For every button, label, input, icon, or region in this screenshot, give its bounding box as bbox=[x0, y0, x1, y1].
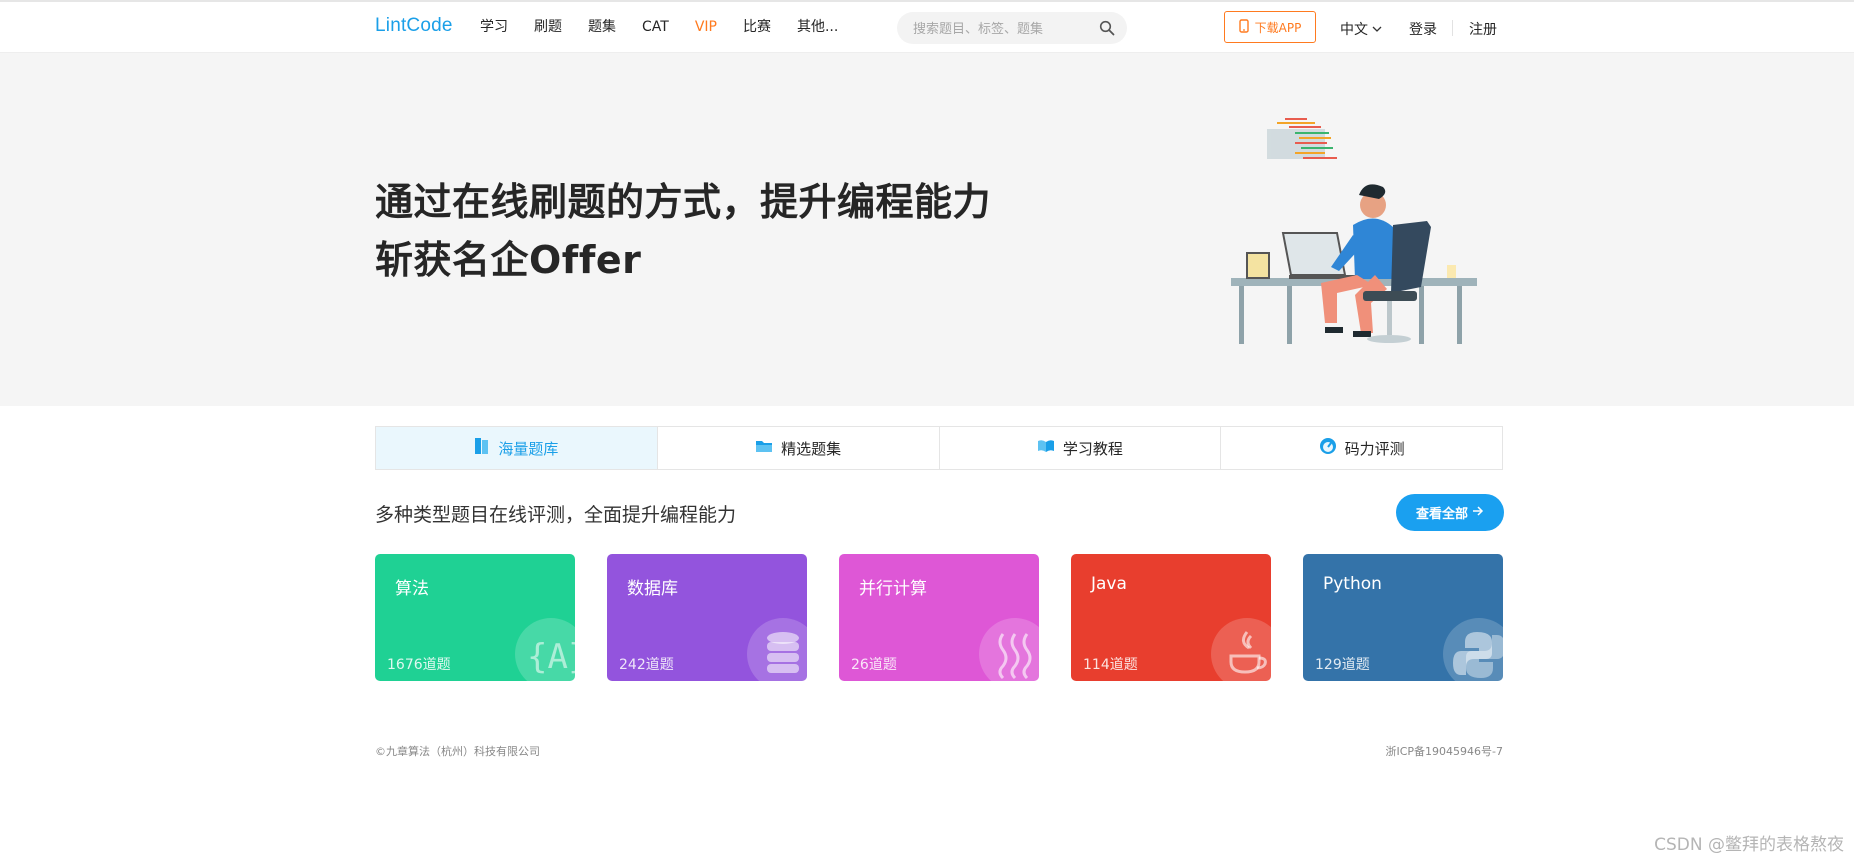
section-subtitle: 多种类型题目在线评测，全面提升编程能力 bbox=[375, 504, 737, 526]
card-title: Java bbox=[1091, 574, 1127, 594]
nav-link-problem-sets[interactable]: 题集 bbox=[588, 18, 616, 36]
card-count: 114道题 bbox=[1083, 657, 1138, 673]
footer-copyright: ©九章算法（杭州）科技有限公司 bbox=[375, 745, 540, 758]
category-card-java[interactable]: Java 114道题 bbox=[1071, 554, 1271, 681]
database-icon bbox=[747, 618, 807, 681]
category-card-database[interactable]: 数据库 242道题 bbox=[607, 554, 807, 681]
folder-icon bbox=[755, 439, 773, 457]
logo-text: LintCode bbox=[375, 15, 453, 36]
nav-link-more[interactable]: 其他... bbox=[797, 18, 838, 36]
tab-problem-bank[interactable]: 海量题库 bbox=[376, 427, 658, 469]
category-card-python[interactable]: Python 129道题 bbox=[1303, 554, 1503, 681]
card-count: 129道题 bbox=[1315, 657, 1370, 673]
card-count: 26道题 bbox=[851, 657, 897, 673]
card-title: 数据库 bbox=[627, 579, 678, 599]
hero-headline: 通过在线刷题的方式，提升编程能力 斩获名企Offer bbox=[375, 173, 991, 289]
language-label: 中文 bbox=[1340, 22, 1368, 38]
hero-banner: 通过在线刷题的方式，提升编程能力 斩获名企Offer bbox=[0, 53, 1854, 406]
view-all-button[interactable]: 查看全部 bbox=[1396, 494, 1504, 531]
arrow-right-icon bbox=[1472, 505, 1484, 520]
book-icon bbox=[474, 437, 490, 459]
tab-label: 学习教程 bbox=[1062, 439, 1123, 458]
csdn-watermark: CSDN @鳖拜的表格熬夜 bbox=[1654, 835, 1844, 855]
tab-label: 海量题库 bbox=[498, 439, 559, 458]
nav-link-practice[interactable]: 刷题 bbox=[534, 18, 562, 36]
nav-link-contest[interactable]: 比赛 bbox=[743, 18, 771, 36]
svg-text:{A}: {A} bbox=[527, 637, 575, 677]
hero-line-1: 通过在线刷题的方式，提升编程能力 bbox=[375, 180, 992, 224]
search-input[interactable] bbox=[911, 18, 1095, 40]
login-link[interactable]: 登录 bbox=[1409, 19, 1437, 39]
search-box bbox=[897, 12, 1127, 44]
category-card-algorithm[interactable]: 算法 1676道题 {A} bbox=[375, 554, 575, 681]
search-icon[interactable] bbox=[1099, 20, 1115, 40]
tab-curated-sets[interactable]: 精选题集 bbox=[658, 427, 940, 469]
tab-skill-assessment[interactable]: 码力评测 bbox=[1221, 427, 1502, 469]
open-book-icon bbox=[1037, 439, 1055, 457]
java-icon bbox=[1211, 618, 1271, 681]
programmer-illustration bbox=[1225, 115, 1480, 349]
download-app-label: 下载APP bbox=[1254, 20, 1302, 35]
card-title: 算法 bbox=[395, 579, 429, 599]
nav-link-vip[interactable]: VIP bbox=[695, 18, 717, 36]
lintcode-logo[interactable]: LintCode bbox=[375, 15, 453, 37]
card-count: 1676道题 bbox=[387, 657, 451, 673]
chevron-down-icon bbox=[1372, 21, 1382, 37]
download-app-button[interactable]: 下载APP bbox=[1224, 11, 1316, 43]
card-count: 242道题 bbox=[619, 657, 674, 673]
feature-tabs: 海量题库 精选题集 学习教程 码力评测 bbox=[375, 426, 1503, 470]
tab-label: 码力评测 bbox=[1344, 439, 1405, 458]
phone-icon bbox=[1238, 18, 1249, 36]
gauge-icon bbox=[1319, 437, 1337, 459]
tab-label: 精选题集 bbox=[781, 439, 842, 458]
nav-link-learn[interactable]: 学习 bbox=[480, 18, 508, 36]
category-cards: 算法 1676道题 {A} 数据库 242道题 并行计算 26道题 Java 1… bbox=[375, 554, 1503, 681]
python-icon bbox=[1443, 618, 1503, 681]
nav-divider bbox=[1452, 20, 1453, 36]
hero-line-2: 斩获名企Offer bbox=[375, 238, 642, 282]
algorithm-icon: {A} bbox=[515, 618, 575, 681]
register-link[interactable]: 注册 bbox=[1469, 19, 1497, 39]
card-title: 并行计算 bbox=[859, 579, 927, 599]
nav-link-cat[interactable]: CAT bbox=[642, 18, 669, 36]
footer-icp-link[interactable]: 浙ICP备19045946号-7 bbox=[1385, 743, 1503, 759]
top-navbar: LintCode 学习 刷题 题集 CAT VIP 比赛 其他... 下载APP… bbox=[0, 2, 1854, 53]
tab-tutorials[interactable]: 学习教程 bbox=[940, 427, 1222, 469]
main-nav-links: 学习 刷题 题集 CAT VIP 比赛 其他... bbox=[480, 18, 864, 36]
language-selector[interactable]: 中文 bbox=[1340, 19, 1382, 39]
parallel-icon bbox=[979, 618, 1039, 681]
card-title: Python bbox=[1323, 574, 1382, 594]
view-all-label: 查看全部 bbox=[1415, 507, 1468, 522]
category-card-parallel-computing[interactable]: 并行计算 26道题 bbox=[839, 554, 1039, 681]
